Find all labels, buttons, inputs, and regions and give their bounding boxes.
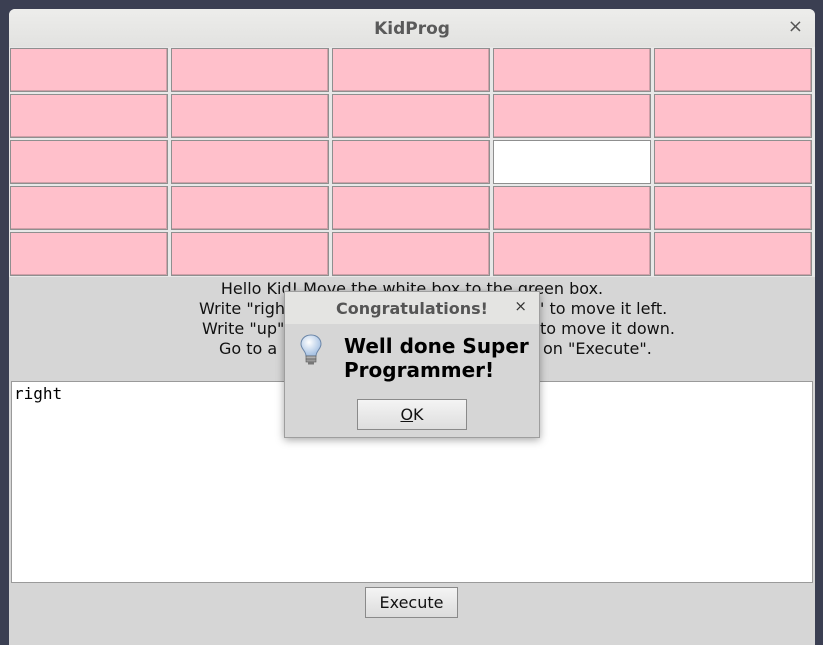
title-bar: KidProg × (9, 9, 815, 48)
instruction-line-3-left: Write "up" (202, 319, 285, 338)
grid-cell-r1-c3 (493, 94, 651, 138)
grid-cell-r0-c4 (654, 48, 812, 92)
grid-cell-r2-c4 (654, 140, 812, 184)
grid-cell-r4-c3 (493, 232, 651, 276)
grid-cell-r0-c3 (493, 48, 651, 92)
instruction-line-3-right: to move it down. (540, 319, 675, 338)
lightbulb-icon (300, 334, 322, 365)
grid-cell-r1-c1 (171, 94, 329, 138)
window-close-icon[interactable]: × (788, 16, 803, 37)
window-title: KidProg (374, 19, 450, 39)
grid-cell-r2-c1 (171, 140, 329, 184)
grid-cell-r1-c0 (10, 94, 168, 138)
grid-cell-r3-c0 (10, 186, 168, 230)
grid-cell-r1-c2 (332, 94, 490, 138)
dialog-message: Well done Super Programmer! (344, 334, 529, 382)
grid-cell-r3-c2 (332, 186, 490, 230)
grid-cell-r4-c0 (10, 232, 168, 276)
grid-cell-r0-c1 (171, 48, 329, 92)
dialog-close-icon[interactable]: × (514, 297, 527, 315)
grid-cell-r3-c1 (171, 186, 329, 230)
grid-cell-r4-c1 (171, 232, 329, 276)
grid-cell-r0-c0 (10, 48, 168, 92)
dialog-title-bar: Congratulations! × (285, 292, 539, 324)
instruction-line-4-right: on "Execute". (543, 339, 652, 358)
grid-cell-r4-c2 (332, 232, 490, 276)
grid-cell-r3-c4 (654, 186, 812, 230)
instruction-line-2-right: " to move it left. (537, 299, 668, 318)
grid-cell-r2-c0 (10, 140, 168, 184)
execute-button[interactable]: Execute (365, 587, 458, 618)
dialog-title: Congratulations! (336, 299, 488, 318)
grid-cell-r1-c4 (654, 94, 812, 138)
instruction-line-2-left: Write "righ (199, 299, 286, 318)
grid-cell-r0-c2 (332, 48, 490, 92)
game-grid (9, 47, 815, 277)
grid-cell-r4-c4 (654, 232, 812, 276)
ok-button[interactable]: OK (357, 399, 467, 430)
instruction-line-4-left: Go to a (219, 339, 278, 358)
grid-cell-r2-c3 (493, 140, 651, 184)
ok-label-rest: K (413, 405, 424, 424)
grid-cell-r2-c2 (332, 140, 490, 184)
ok-mnemonic: O (400, 405, 414, 424)
congratulations-dialog: Congratulations! × Well done Super Progr… (284, 291, 540, 438)
grid-cell-r3-c3 (493, 186, 651, 230)
